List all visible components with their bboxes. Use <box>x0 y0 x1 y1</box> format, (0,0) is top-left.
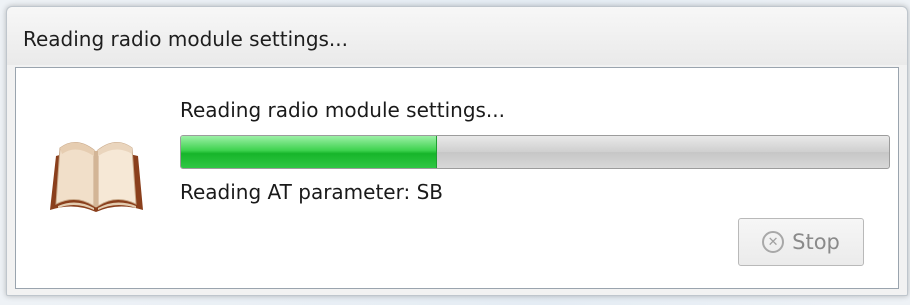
dialog-content: Reading radio module settings... Reading… <box>15 67 899 289</box>
stop-button-label: Stop <box>792 230 840 254</box>
stop-button[interactable]: ✕ Stop <box>738 218 864 266</box>
status-text: Reading radio module settings... <box>180 98 505 122</box>
progress-dialog: Reading radio module settings... Reading… <box>6 6 908 296</box>
open-book-icon <box>50 142 143 212</box>
cancel-circle-icon: ✕ <box>762 231 785 253</box>
progress-bar-fill <box>181 136 437 168</box>
detail-text: Reading AT parameter: SB <box>180 180 443 204</box>
title-bar[interactable]: Reading radio module settings... <box>7 7 907 65</box>
window-title: Reading radio module settings... <box>23 27 348 51</box>
progress-bar <box>180 135 890 169</box>
